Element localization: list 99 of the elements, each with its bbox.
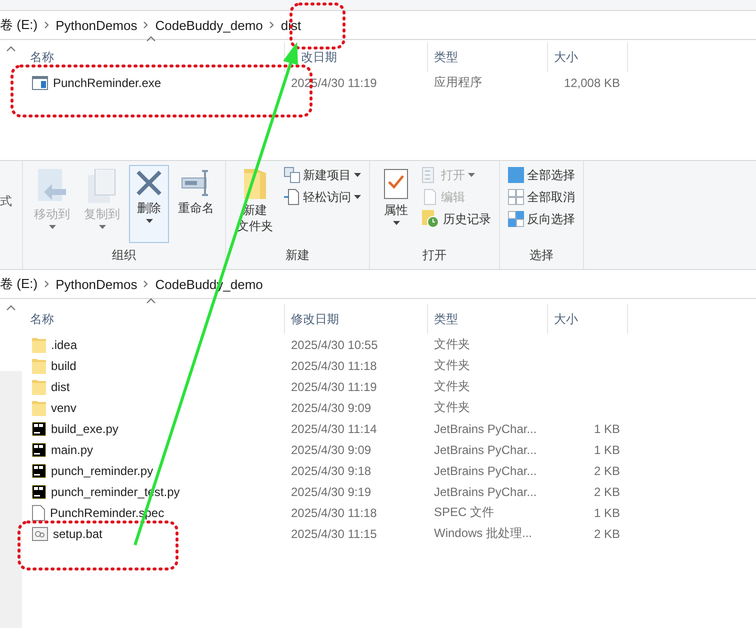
date-cell-text: 2025/4/30 9:19	[290, 484, 372, 498]
date-cell-text: 2025/4/30 11:15	[290, 526, 378, 540]
type-cell-text: JetBrains PyChar...	[433, 422, 538, 436]
file-name[interactable]: .idea	[22, 336, 78, 352]
file-name[interactable]: main.py	[22, 442, 94, 456]
ribbon-button[interactable]: 反向选择	[506, 209, 577, 229]
type-cell-text: 文件夹	[433, 378, 471, 395]
folder-icon	[32, 336, 46, 352]
ribbon-button[interactable]: 轻松访问	[282, 187, 363, 207]
ribbon-button[interactable]: 历史记录	[420, 209, 493, 229]
column-header[interactable]: 类型	[434, 48, 458, 66]
chevron-icon	[44, 280, 50, 288]
file-name[interactable]: dist	[22, 378, 70, 394]
type-cell-text: 文件夹	[433, 399, 471, 416]
invert-selection-icon	[508, 211, 524, 227]
column-header[interactable]: 改日期	[301, 48, 337, 66]
rename-icon	[181, 169, 211, 197]
file-name[interactable]: PunchReminder.exe	[22, 76, 162, 90]
type-cell-text: 文件夹	[433, 336, 471, 353]
ribbon-button[interactable]: 重命名	[173, 165, 219, 220]
size-cell-text: 2 KB	[592, 464, 621, 478]
history-icon	[422, 210, 440, 228]
date-cell-text: 2025/4/30 9:18	[290, 464, 372, 478]
breadcrumb[interactable]: CodeBuddy_demo	[155, 18, 263, 32]
column-header[interactable]: 名称	[30, 310, 54, 328]
file-name[interactable]: build	[22, 358, 76, 374]
type-cell-text: JetBrains PyChar...	[433, 442, 538, 456]
size-cell-text: 1 KB	[592, 422, 621, 436]
breadcrumb[interactable]: PythonDemos	[56, 276, 138, 292]
ribbon-button[interactable]: 全部取消	[506, 187, 577, 207]
date-cell-text: 2025/4/30 11:14	[290, 422, 378, 436]
group-label: 新建	[284, 247, 310, 264]
select-all-icon	[508, 167, 524, 183]
folder-icon	[32, 378, 46, 394]
breadcrumb[interactable]: PythonDemos	[56, 18, 138, 32]
file-name[interactable]: setup.bat	[22, 526, 102, 540]
column-header[interactable]: 大小	[554, 48, 578, 66]
breadcrumb[interactable]: 卷 (E:)	[0, 275, 38, 293]
code-file-icon	[32, 442, 46, 456]
size-cell-text: 2 KB	[592, 526, 621, 540]
code-file-icon	[32, 464, 46, 478]
properties-icon	[384, 169, 408, 199]
folder-icon	[32, 400, 46, 416]
scroll-up-icon	[6, 46, 16, 52]
chevron-icon	[143, 280, 150, 288]
new-item-icon	[284, 167, 300, 183]
date-cell-text: 2025/4/30 11:19	[290, 380, 378, 394]
date-cell-text: 2025/4/30 11:18	[290, 506, 378, 520]
chevron-icon	[143, 21, 150, 29]
group-label: 选择	[528, 247, 554, 264]
file-name[interactable]: build_exe.py	[22, 422, 118, 436]
breadcrumb[interactable]: dist	[280, 18, 302, 32]
size-cell-text: 1 KB	[592, 442, 621, 456]
scroll-up-icon	[6, 305, 16, 311]
gear-window-icon	[32, 526, 48, 540]
size-cell-text: 12,008 KB	[562, 76, 621, 90]
code-file-icon	[32, 422, 46, 436]
chevron-icon	[268, 21, 275, 29]
move-icon	[36, 169, 68, 203]
scrollbar-thumb[interactable]	[0, 371, 22, 628]
date-cell-text: 2025/4/30 11:19	[290, 76, 378, 90]
select-none-icon	[508, 189, 524, 205]
type-cell-text: Windows 批处理...	[433, 525, 534, 542]
file-name[interactable]: venv	[22, 400, 76, 416]
ribbon-label: 式	[0, 193, 12, 210]
type-cell-text: SPEC 文件	[433, 504, 496, 521]
delete-icon	[135, 169, 163, 197]
file-name[interactable]: punch_reminder.py	[22, 464, 154, 478]
date-cell-text: 2025/4/30 10:55	[290, 338, 379, 352]
ribbon-button[interactable]: 全部选择	[506, 165, 577, 185]
document-icon	[32, 504, 45, 520]
ribbon-button[interactable]: 新建项目	[282, 165, 363, 185]
group-label: 打开	[422, 247, 448, 264]
date-cell-text: 2025/4/30 9:09	[290, 400, 372, 414]
copy-icon	[87, 169, 117, 203]
type-cell-text: 应用程序	[433, 74, 483, 91]
date-cell-text: 2025/4/30 11:18	[290, 358, 378, 372]
column-header[interactable]: 修改日期	[291, 310, 339, 328]
document-icon	[284, 189, 300, 205]
type-cell-text: 文件夹	[433, 357, 471, 374]
breadcrumb[interactable]: 卷 (E:)	[0, 16, 38, 34]
type-cell-text: JetBrains PyChar...	[433, 464, 538, 478]
date-cell-text: 2025/4/30 9:09	[290, 442, 372, 456]
edit-icon	[422, 189, 438, 205]
column-header[interactable]: 类型	[434, 310, 458, 328]
group-label: 组织	[111, 247, 137, 264]
chevron-icon	[44, 21, 50, 29]
ribbon-button[interactable]: 删除	[129, 165, 169, 243]
size-cell-text: 1 KB	[592, 506, 621, 520]
size-cell-text: 2 KB	[592, 484, 621, 498]
folder-icon	[32, 358, 46, 374]
application-icon	[32, 76, 48, 90]
code-file-icon	[32, 484, 46, 498]
sort-icon	[146, 36, 156, 42]
sort-icon	[146, 298, 156, 304]
column-header[interactable]: 大小	[554, 310, 578, 328]
type-cell-text: JetBrains PyChar...	[433, 484, 538, 498]
ribbon-button[interactable]: 属性	[376, 165, 416, 230]
column-header[interactable]: 名称	[30, 48, 54, 66]
